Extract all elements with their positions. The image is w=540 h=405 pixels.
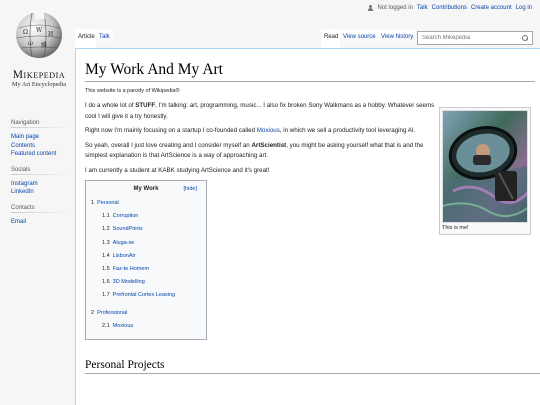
site-subtitle: This website is a parody of Wikipedia® bbox=[85, 88, 180, 94]
profile-photo[interactable] bbox=[442, 110, 528, 223]
puzzle-globe-icon: Ω W И ω 維 bbox=[16, 12, 62, 58]
tab-view-source[interactable]: View source bbox=[340, 29, 379, 48]
login-link[interactable]: Log in bbox=[516, 5, 532, 11]
toc-item-prefrontal-cortex-leasing[interactable]: 1.7 Prefrontal Cortex Leasing bbox=[91, 289, 201, 302]
toc-num: 1.6 bbox=[102, 279, 110, 286]
bold-text: ArtScientist bbox=[251, 141, 287, 149]
socials-heading: Socials bbox=[11, 166, 73, 175]
image-caption: This is me! bbox=[442, 225, 469, 231]
sidebar-item-instagram[interactable]: Instagram bbox=[11, 180, 73, 189]
toc-hide-toggle[interactable]: [hide] bbox=[184, 186, 197, 192]
toc-num: 1.2 bbox=[102, 226, 110, 233]
toc-num: 1.1 bbox=[102, 213, 110, 220]
section-heading-personal-projects: Personal Projects bbox=[85, 359, 540, 375]
toc-label: 3D Modelling bbox=[112, 279, 145, 286]
contributions-link[interactable]: Contributions bbox=[432, 5, 467, 11]
contacts-heading: Contacts bbox=[11, 204, 73, 213]
svg-text:И: И bbox=[48, 31, 53, 38]
navigation-heading: Navigation bbox=[11, 120, 73, 128]
personal-tools: Not logged in Talk Contributions Create … bbox=[367, 5, 532, 11]
intro-paragraph: I do a whole lot of STUFF, I'm talking: … bbox=[85, 101, 435, 122]
main-content: My Work And My Art This website is a par… bbox=[75, 48, 540, 405]
tab-talk[interactable]: Talk bbox=[96, 29, 113, 48]
user-icon bbox=[367, 5, 373, 11]
toc-label: Aluga-se bbox=[112, 239, 135, 246]
page-title: My Work And My Art bbox=[85, 61, 535, 82]
tab-article[interactable]: Article bbox=[75, 29, 98, 48]
search-input[interactable] bbox=[422, 35, 522, 41]
toc-num: 1 bbox=[91, 200, 95, 206]
toc-num: 2.1 bbox=[102, 322, 110, 329]
moxious-link[interactable]: Moxious bbox=[257, 127, 280, 134]
svg-text:Ω: Ω bbox=[23, 29, 28, 36]
toc-item-personal[interactable]: 1 Personal bbox=[91, 197, 201, 210]
toc-header: My Work [hide] bbox=[91, 186, 201, 192]
svg-text:W: W bbox=[36, 27, 43, 34]
toc-label: Faz-te Homem bbox=[112, 266, 150, 273]
toc-item-soundprints[interactable]: 1.2 SoundPrints bbox=[91, 223, 201, 236]
sidebar-item-main-page[interactable]: Main page bbox=[11, 133, 73, 142]
tab-read[interactable]: Read bbox=[321, 29, 342, 48]
socials-portlet: Socials Instagram LinkedIn bbox=[11, 166, 73, 197]
bold-text: STUFF bbox=[135, 102, 156, 109]
create-account-link[interactable]: Create account bbox=[471, 5, 512, 11]
toc-num: 1.5 bbox=[102, 266, 110, 273]
search-icon[interactable] bbox=[522, 35, 528, 41]
site-logo[interactable]: Ω W И ω 維 Mikepedia My Art Encyclopedia bbox=[6, 10, 72, 88]
navigation-portlet: Navigation Main page Contents Featured c… bbox=[11, 120, 73, 159]
car-mirror-selfie-image bbox=[443, 111, 527, 222]
toc-label: Professional bbox=[97, 309, 128, 316]
login-status: Not logged in bbox=[377, 5, 413, 11]
svg-text:維: 維 bbox=[41, 41, 47, 49]
toc-label: Moxious bbox=[112, 322, 134, 329]
toc-item-moxious[interactable]: 2.1 Moxious bbox=[91, 320, 201, 333]
toc-item-aluga-se[interactable]: 1.3 Aluga-se bbox=[91, 237, 201, 250]
personal-talk-link[interactable]: Talk bbox=[417, 5, 428, 11]
contacts-portlet: Contacts Email bbox=[11, 204, 73, 227]
tab-view-history[interactable]: View history bbox=[378, 29, 417, 48]
toc-title: My Work bbox=[133, 186, 159, 192]
student-paragraph: I am currently a student at KABK studyin… bbox=[85, 166, 270, 174]
toc-num: 1.4 bbox=[102, 252, 110, 259]
text: Right now I'm mainly focusing on a start… bbox=[85, 127, 257, 134]
toc-item-faz-te-homem[interactable]: 1.5 Faz-te Homem bbox=[91, 263, 201, 276]
toc-num: 1.7 bbox=[102, 292, 110, 299]
toc-num: 2 bbox=[91, 309, 95, 316]
toc-label: LisbonAir bbox=[112, 252, 136, 259]
profile-image-frame: This is me! bbox=[439, 107, 531, 235]
startup-paragraph: Right now I'm mainly focusing on a start… bbox=[85, 126, 435, 137]
toc-item-professional[interactable]: 2 Professional bbox=[91, 307, 201, 320]
toc-item-corruption[interactable]: 1.1 Corruption bbox=[91, 210, 201, 223]
logo-tagline: My Art Encyclopedia bbox=[11, 81, 67, 88]
table-of-contents: My Work [hide] 1 Personal 1.1 Corruption 1… bbox=[85, 180, 207, 341]
toc-label: SoundPrints bbox=[112, 226, 143, 233]
toc-item-3d-modelling[interactable]: 1.6 3D Modelling bbox=[91, 276, 201, 289]
toc-num: 1.3 bbox=[102, 239, 110, 246]
toc-label: Prefrontal Cortex Leasing bbox=[112, 292, 176, 299]
toc-label: Corruption bbox=[112, 213, 139, 220]
text: , in which we sell a productivity tool l… bbox=[279, 127, 416, 134]
toc-item-lisbonair[interactable]: 1.4 LisbonAir bbox=[91, 250, 201, 263]
sidebar-item-email[interactable]: Email bbox=[11, 218, 73, 227]
search-box bbox=[417, 31, 533, 45]
text: So yeah, overall I just love creating an… bbox=[85, 141, 252, 149]
sidebar-item-linkedin[interactable]: LinkedIn bbox=[11, 188, 73, 197]
artscience-paragraph: So yeah, overall I just love creating an… bbox=[85, 141, 435, 162]
sidebar-item-featured-content[interactable]: Featured content bbox=[11, 150, 73, 159]
sidebar-item-contents[interactable]: Contents bbox=[11, 142, 73, 151]
text: I do a whole lot of bbox=[85, 102, 136, 109]
logo-wordmark: Mikepedia bbox=[12, 69, 66, 81]
svg-text:ω: ω bbox=[28, 40, 33, 47]
sidebar: Navigation Main page Contents Featured c… bbox=[11, 120, 73, 234]
toc-label: Personal bbox=[97, 200, 119, 206]
